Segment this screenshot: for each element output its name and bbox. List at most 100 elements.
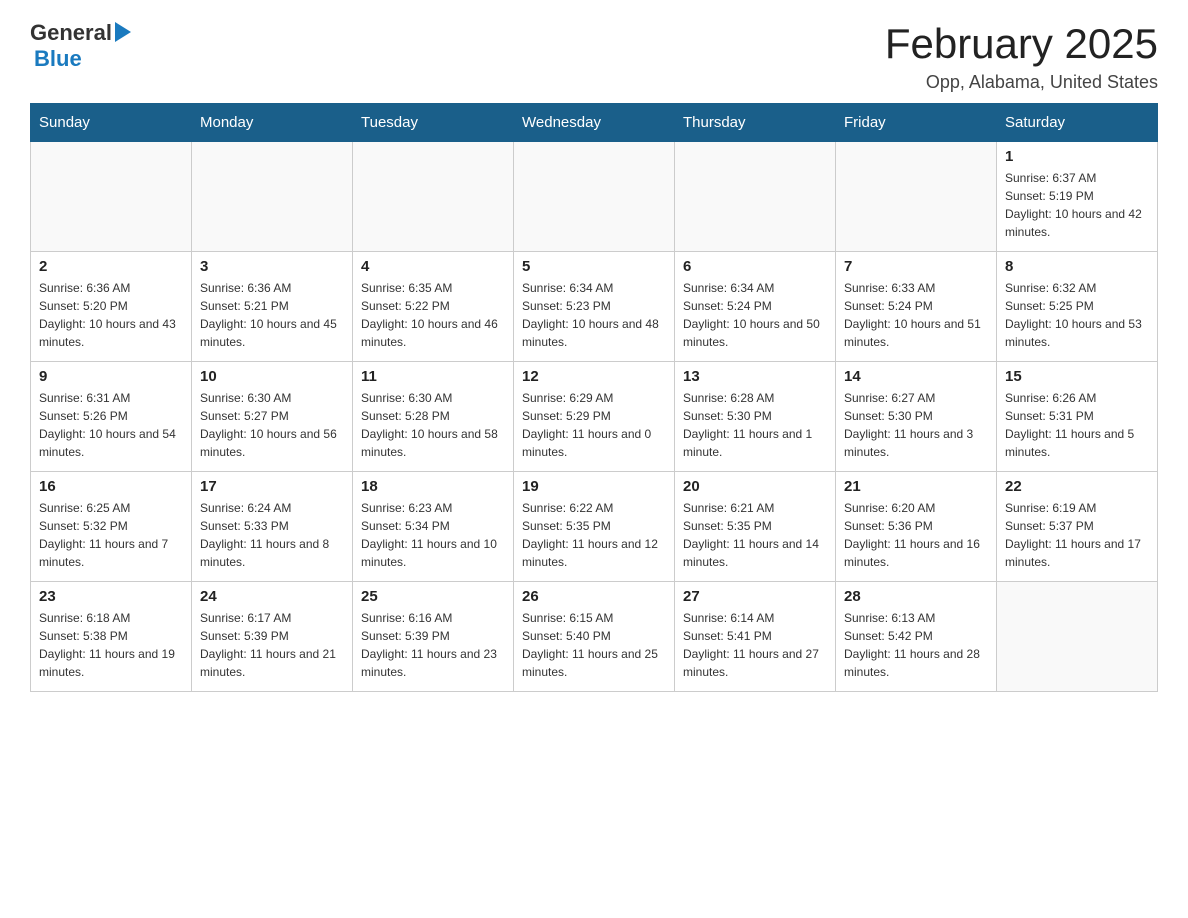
day-info: Sunrise: 6:36 AMSunset: 5:20 PMDaylight:… [39,279,183,351]
day-info: Sunrise: 6:29 AMSunset: 5:29 PMDaylight:… [522,389,666,461]
day-info: Sunrise: 6:32 AMSunset: 5:25 PMDaylight:… [1005,279,1149,351]
day-info: Sunrise: 6:13 AMSunset: 5:42 PMDaylight:… [844,609,988,681]
calendar-cell [997,582,1158,692]
day-info: Sunrise: 6:33 AMSunset: 5:24 PMDaylight:… [844,279,988,351]
day-info: Sunrise: 6:28 AMSunset: 5:30 PMDaylight:… [683,389,827,461]
calendar-cell: 14 Sunrise: 6:27 AMSunset: 5:30 PMDayligh… [836,362,997,472]
calendar-cell: 12 Sunrise: 6:29 AMSunset: 5:29 PMDayligh… [514,362,675,472]
calendar-cell: 10 Sunrise: 6:30 AMSunset: 5:27 PMDayligh… [192,362,353,472]
calendar-cell: 13 Sunrise: 6:28 AMSunset: 5:30 PMDayligh… [675,362,836,472]
calendar-week-row: 2 Sunrise: 6:36 AMSunset: 5:20 PMDaylight… [31,252,1158,362]
day-number: 25 [361,588,505,605]
calendar-cell: 2 Sunrise: 6:36 AMSunset: 5:20 PMDaylight… [31,252,192,362]
calendar-cell: 8Sunrise: 6:32 AMSunset: 5:25 PMDaylight… [997,252,1158,362]
calendar-cell: 9 Sunrise: 6:31 AMSunset: 5:26 PMDaylight… [31,362,192,472]
calendar-cell: 11Sunrise: 6:30 AMSunset: 5:28 PMDayligh… [353,362,514,472]
calendar-header: SundayMondayTuesdayWednesdayThursdayFrid… [31,104,1158,142]
calendar-cell [675,142,836,252]
day-info: Sunrise: 6:31 AMSunset: 5:26 PMDaylight:… [39,389,183,461]
location-subtitle: Opp, Alabama, United States [885,72,1158,93]
day-info: Sunrise: 6:17 AMSunset: 5:39 PMDaylight:… [200,609,344,681]
day-of-week-header: Thursday [675,104,836,142]
calendar-cell: 5Sunrise: 6:34 AMSunset: 5:23 PMDaylight… [514,252,675,362]
calendar-cell: 22Sunrise: 6:19 AMSunset: 5:37 PMDayligh… [997,472,1158,582]
calendar-table: SundayMondayTuesdayWednesdayThursdayFrid… [30,103,1158,692]
logo-general-text: General [30,20,112,46]
day-info: Sunrise: 6:20 AMSunset: 5:36 PMDaylight:… [844,499,988,571]
logo-blue-text: Blue [34,46,82,72]
day-info: Sunrise: 6:34 AMSunset: 5:24 PMDaylight:… [683,279,827,351]
calendar-cell: 4 Sunrise: 6:35 AMSunset: 5:22 PMDaylight… [353,252,514,362]
day-number: 9 [39,368,183,385]
day-of-week-header: Friday [836,104,997,142]
day-number: 16 [39,478,183,495]
day-number: 15 [1005,368,1149,385]
calendar-cell: 17 Sunrise: 6:24 AMSunset: 5:33 PMDayligh… [192,472,353,582]
page-header: General Blue February 2025 Opp, Alabama,… [30,20,1158,93]
day-number: 7 [844,258,988,275]
day-number: 19 [522,478,666,495]
day-info: Sunrise: 6:25 AMSunset: 5:32 PMDaylight:… [39,499,183,571]
day-info: Sunrise: 6:37 AMSunset: 5:19 PMDaylight:… [1005,169,1149,241]
day-info: Sunrise: 6:18 AMSunset: 5:38 PMDaylight:… [39,609,183,681]
logo-triangle-icon [115,22,131,42]
day-number: 18 [361,478,505,495]
day-of-week-header: Tuesday [353,104,514,142]
day-number: 26 [522,588,666,605]
day-number: 3 [200,258,344,275]
day-of-week-header: Sunday [31,104,192,142]
day-number: 20 [683,478,827,495]
day-number: 23 [39,588,183,605]
day-number: 28 [844,588,988,605]
day-info: Sunrise: 6:30 AMSunset: 5:27 PMDaylight:… [200,389,344,461]
day-number: 24 [200,588,344,605]
day-info: Sunrise: 6:24 AMSunset: 5:33 PMDaylight:… [200,499,344,571]
calendar-cell: 25 Sunrise: 6:16 AMSunset: 5:39 PMDayligh… [353,582,514,692]
day-number: 27 [683,588,827,605]
day-number: 17 [200,478,344,495]
calendar-cell: 28 Sunrise: 6:13 AMSunset: 5:42 PMDayligh… [836,582,997,692]
day-of-week-header: Saturday [997,104,1158,142]
calendar-cell: 7 Sunrise: 6:33 AMSunset: 5:24 PMDaylight… [836,252,997,362]
calendar-cell: 27Sunrise: 6:14 AMSunset: 5:41 PMDayligh… [675,582,836,692]
calendar-cell: 26 Sunrise: 6:15 AMSunset: 5:40 PMDayligh… [514,582,675,692]
logo: General Blue [30,20,131,72]
calendar-cell [31,142,192,252]
month-title: February 2025 [885,20,1158,68]
day-number: 6 [683,258,827,275]
day-info: Sunrise: 6:36 AMSunset: 5:21 PMDaylight:… [200,279,344,351]
day-number: 13 [683,368,827,385]
day-number: 11 [361,368,505,385]
day-info: Sunrise: 6:27 AMSunset: 5:30 PMDaylight:… [844,389,988,461]
day-info: Sunrise: 6:35 AMSunset: 5:22 PMDaylight:… [361,279,505,351]
calendar-cell: 1Sunrise: 6:37 AMSunset: 5:19 PMDaylight… [997,142,1158,252]
day-info: Sunrise: 6:21 AMSunset: 5:35 PMDaylight:… [683,499,827,571]
calendar-week-row: 9 Sunrise: 6:31 AMSunset: 5:26 PMDaylight… [31,362,1158,472]
calendar-week-row: 16 Sunrise: 6:25 AMSunset: 5:32 PMDayligh… [31,472,1158,582]
day-info: Sunrise: 6:16 AMSunset: 5:39 PMDaylight:… [361,609,505,681]
day-info: Sunrise: 6:19 AMSunset: 5:37 PMDaylight:… [1005,499,1149,571]
day-info: Sunrise: 6:22 AMSunset: 5:35 PMDaylight:… [522,499,666,571]
calendar-cell [353,142,514,252]
calendar-cell: 18Sunrise: 6:23 AMSunset: 5:34 PMDayligh… [353,472,514,582]
title-section: February 2025 Opp, Alabama, United State… [885,20,1158,93]
day-info: Sunrise: 6:15 AMSunset: 5:40 PMDaylight:… [522,609,666,681]
calendar-cell: 3 Sunrise: 6:36 AMSunset: 5:21 PMDaylight… [192,252,353,362]
day-of-week-header: Wednesday [514,104,675,142]
calendar-cell [192,142,353,252]
day-number: 12 [522,368,666,385]
calendar-cell: 15Sunrise: 6:26 AMSunset: 5:31 PMDayligh… [997,362,1158,472]
day-number: 10 [200,368,344,385]
day-number: 21 [844,478,988,495]
day-of-week-header: Monday [192,104,353,142]
day-number: 2 [39,258,183,275]
calendar-cell: 20 Sunrise: 6:21 AMSunset: 5:35 PMDayligh… [675,472,836,582]
calendar-body: 1Sunrise: 6:37 AMSunset: 5:19 PMDaylight… [31,142,1158,692]
calendar-cell: 19 Sunrise: 6:22 AMSunset: 5:35 PMDayligh… [514,472,675,582]
day-number: 4 [361,258,505,275]
calendar-cell [836,142,997,252]
day-info: Sunrise: 6:34 AMSunset: 5:23 PMDaylight:… [522,279,666,351]
calendar-cell: 21 Sunrise: 6:20 AMSunset: 5:36 PMDayligh… [836,472,997,582]
calendar-cell: 23 Sunrise: 6:18 AMSunset: 5:38 PMDayligh… [31,582,192,692]
day-number: 14 [844,368,988,385]
